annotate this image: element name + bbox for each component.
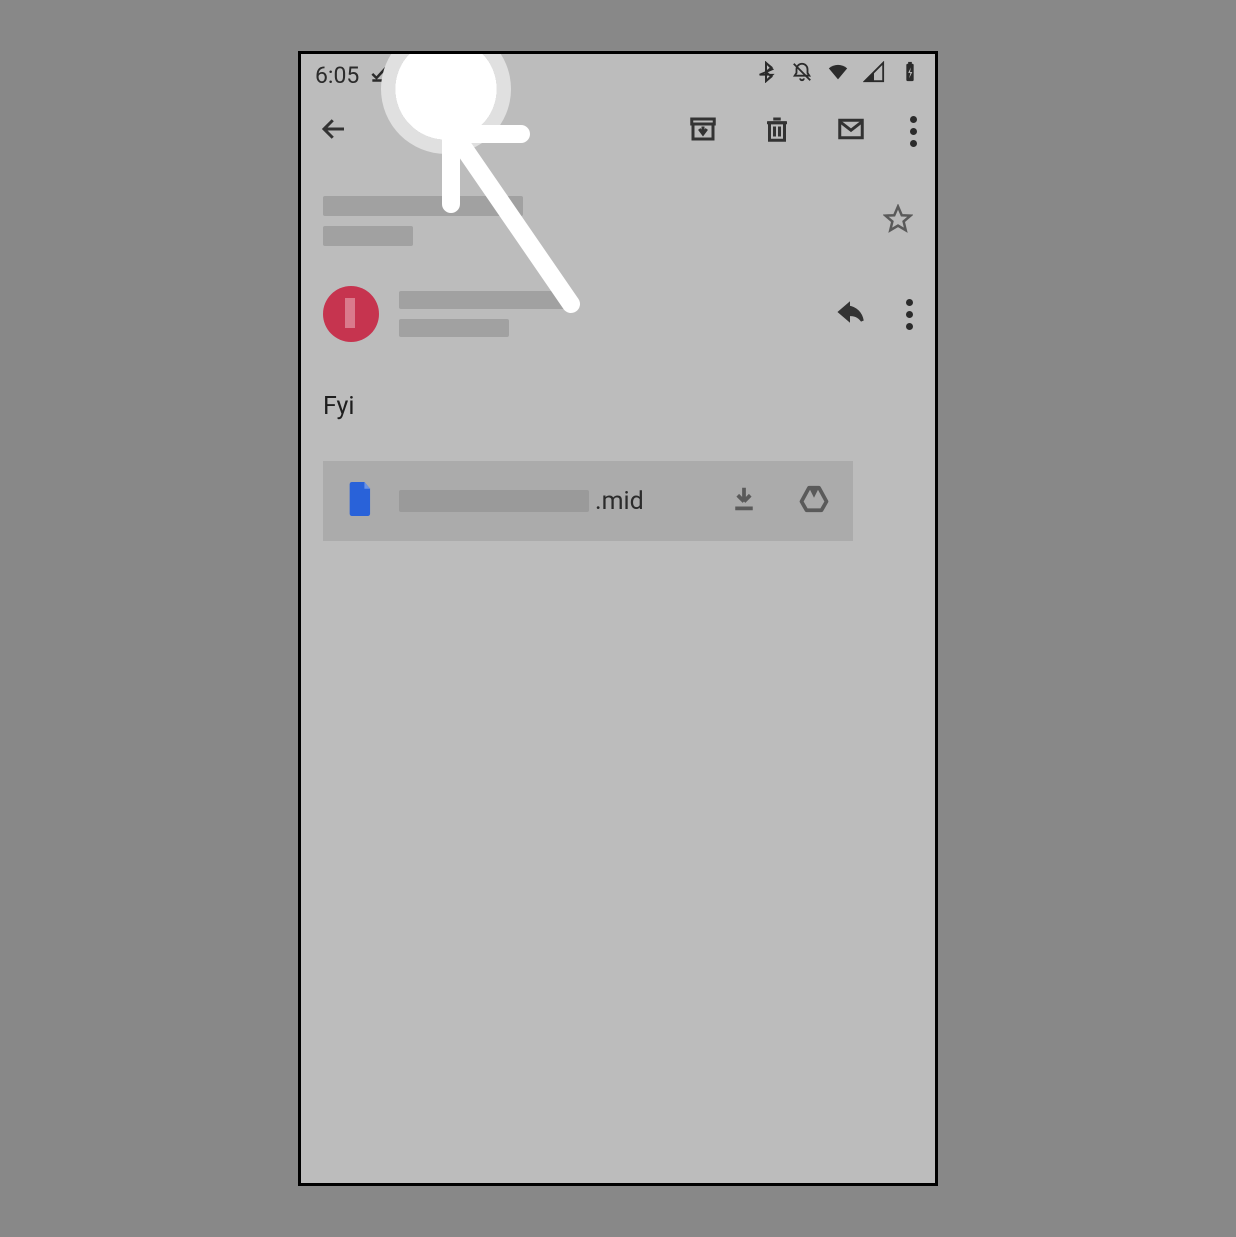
sender-avatar[interactable] [323, 286, 379, 342]
file-icon [347, 482, 375, 520]
attachment-chip[interactable]: .mid [323, 461, 853, 541]
wifi-icon [827, 61, 849, 89]
save-to-drive-button[interactable] [799, 484, 829, 518]
attachment-filename: .mid [399, 487, 644, 516]
sender-row [301, 256, 935, 352]
subject-row [301, 166, 935, 256]
phone-frame: 6:05 [298, 51, 938, 1186]
reply-button[interactable] [836, 297, 866, 331]
cellular-icon [863, 61, 885, 89]
email-body: Fyi [301, 352, 935, 441]
status-bar: 6:05 [301, 54, 935, 96]
status-time: 6:05 [315, 62, 359, 89]
back-button[interactable] [319, 114, 349, 148]
star-button[interactable] [883, 204, 913, 238]
attachment-ext: .mid [595, 487, 644, 516]
battery-charging-icon [899, 61, 921, 89]
delete-button[interactable] [762, 114, 792, 148]
mark-unread-button[interactable] [836, 114, 866, 148]
overflow-menu-button[interactable] [910, 116, 917, 147]
bluetooth-icon [755, 61, 777, 89]
subject-text-redacted [323, 196, 523, 246]
dnd-off-icon [791, 61, 813, 89]
download-done-icon [369, 62, 389, 89]
email-toolbar [301, 96, 935, 166]
download-attachment-button[interactable] [729, 484, 759, 518]
email-body-text: Fyi [323, 392, 354, 421]
sender-info-redacted [399, 291, 569, 337]
archive-button[interactable] [688, 114, 718, 148]
sender-overflow-button[interactable] [906, 299, 913, 330]
